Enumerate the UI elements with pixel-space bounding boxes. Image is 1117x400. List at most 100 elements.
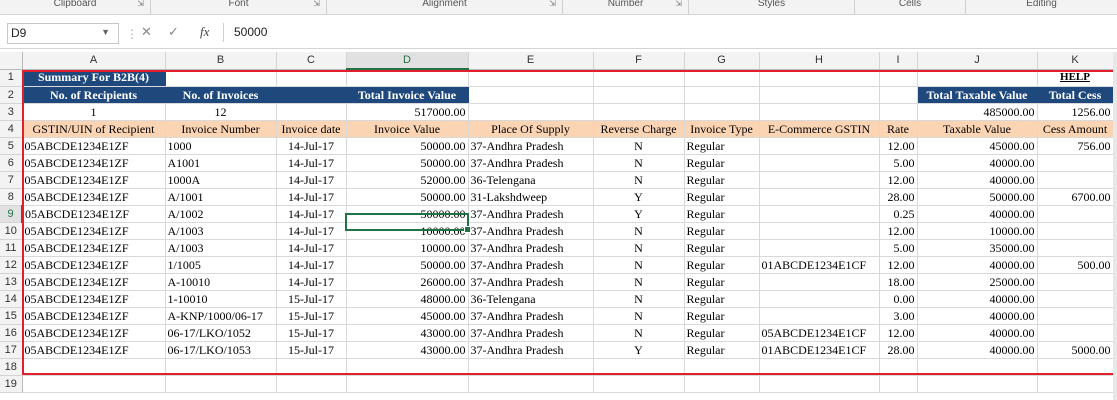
dialog-launcher-icon[interactable]: ⇲: [137, 0, 144, 8]
taxable-value-cell[interactable]: 10000.00: [917, 222, 1038, 240]
invoice-value-cell[interactable]: 50000.00: [346, 154, 469, 172]
place-of-supply-cell[interactable]: 37-Andhra Pradesh: [468, 137, 594, 155]
cell[interactable]: [22, 375, 166, 393]
place-of-supply-cell[interactable]: 36-Telengana: [468, 171, 594, 189]
rate-cell[interactable]: 5.00: [879, 239, 918, 257]
gstin-cell[interactable]: 05ABCDE1234E1ZF: [22, 324, 166, 342]
cell[interactable]: [276, 86, 347, 104]
cell[interactable]: [276, 358, 347, 376]
rate-cell[interactable]: 0.25: [879, 205, 918, 223]
gstin-cell[interactable]: 05ABCDE1234E1ZF: [22, 188, 166, 206]
total-invoice-value[interactable]: 517000.00: [346, 103, 469, 121]
invoice-date-cell[interactable]: 14-Jul-17: [276, 222, 347, 240]
ecommerce-gstin-cell[interactable]: [759, 307, 880, 325]
invoice-number-cell[interactable]: A-10010: [165, 273, 277, 291]
row-header[interactable]: 10: [0, 222, 23, 240]
cell[interactable]: [684, 375, 760, 393]
column-header-c[interactable]: C: [276, 52, 347, 70]
gstin-cell[interactable]: 05ABCDE1234E1ZF: [22, 290, 166, 308]
place-of-supply-cell[interactable]: 37-Andhra Pradesh: [468, 341, 594, 359]
invoice-date-cell[interactable]: 14-Jul-17: [276, 171, 347, 189]
rate-cell[interactable]: 5.00: [879, 154, 918, 172]
cell[interactable]: [917, 69, 1038, 87]
cell[interactable]: [684, 69, 760, 87]
cell[interactable]: [165, 375, 277, 393]
place-of-supply-cell[interactable]: 37-Andhra Pradesh: [468, 307, 594, 325]
ecommerce-gstin-cell[interactable]: 05ABCDE1234E1CF: [759, 324, 880, 342]
cell[interactable]: [759, 69, 880, 87]
column-header-g[interactable]: G: [684, 52, 760, 70]
invoice-value-cell[interactable]: 10000.00: [346, 239, 469, 257]
rate-cell[interactable]: 3.00: [879, 307, 918, 325]
reverse-charge-cell[interactable]: Y: [593, 205, 685, 223]
cell[interactable]: [468, 358, 594, 376]
invoice-type-cell[interactable]: Regular: [684, 171, 760, 189]
place-of-supply-cell[interactable]: 37-Andhra Pradesh: [468, 324, 594, 342]
cell[interactable]: [759, 103, 880, 121]
invoice-value-cell[interactable]: 50000.00: [346, 188, 469, 206]
rate-cell[interactable]: 12.00: [879, 324, 918, 342]
dialog-launcher-icon[interactable]: ⇲: [675, 0, 682, 8]
row-header[interactable]: 11: [0, 239, 23, 257]
ecommerce-gstin-cell[interactable]: [759, 239, 880, 257]
row-header[interactable]: 12: [0, 256, 23, 274]
invoice-date-cell[interactable]: 14-Jul-17: [276, 154, 347, 172]
invoice-number-cell[interactable]: A/1001: [165, 188, 277, 206]
cell[interactable]: [468, 69, 594, 87]
header-cess-amount[interactable]: Cess Amount: [1037, 120, 1114, 138]
invoice-number-cell[interactable]: A/1003: [165, 222, 277, 240]
invoice-date-cell[interactable]: 14-Jul-17: [276, 239, 347, 257]
header-place-of-supply[interactable]: Place Of Supply: [468, 120, 594, 138]
total-taxable-value[interactable]: 485000.00: [917, 103, 1038, 121]
rate-cell[interactable]: 12.00: [879, 256, 918, 274]
cell[interactable]: [879, 375, 918, 393]
taxable-value-cell[interactable]: 40000.00: [917, 307, 1038, 325]
select-all-corner[interactable]: [0, 52, 23, 70]
reverse-charge-cell[interactable]: N: [593, 222, 685, 240]
invoices-value[interactable]: 12: [165, 103, 277, 121]
reverse-charge-cell[interactable]: N: [593, 171, 685, 189]
row-header[interactable]: 14: [0, 290, 23, 308]
row-header[interactable]: 17: [0, 341, 23, 359]
taxable-value-cell[interactable]: 40000.00: [917, 290, 1038, 308]
ecommerce-gstin-cell[interactable]: [759, 273, 880, 291]
cell[interactable]: [276, 375, 347, 393]
place-of-supply-cell[interactable]: 37-Andhra Pradesh: [468, 239, 594, 257]
header-invoice-type[interactable]: Invoice Type: [684, 120, 760, 138]
invoice-number-cell[interactable]: 06-17/LKO/1052: [165, 324, 277, 342]
cell[interactable]: [468, 86, 594, 104]
cell[interactable]: [917, 358, 1038, 376]
reverse-charge-cell[interactable]: N: [593, 256, 685, 274]
rate-cell[interactable]: 12.00: [879, 222, 918, 240]
summary-title[interactable]: Summary For B2B(4): [22, 69, 166, 87]
cell[interactable]: [593, 375, 685, 393]
column-header-b[interactable]: B: [165, 52, 277, 70]
header-invoice-value[interactable]: Invoice Value: [346, 120, 469, 138]
gstin-cell[interactable]: 05ABCDE1234E1ZF: [22, 256, 166, 274]
row-header[interactable]: 8: [0, 188, 23, 206]
invoice-date-cell[interactable]: 15-Jul-17: [276, 324, 347, 342]
invoice-type-cell[interactable]: Regular: [684, 256, 760, 274]
cell[interactable]: [346, 358, 469, 376]
invoice-number-cell[interactable]: 1000: [165, 137, 277, 155]
rate-cell[interactable]: 0.00: [879, 290, 918, 308]
header-taxable-value[interactable]: Taxable Value: [917, 120, 1038, 138]
column-header-e[interactable]: E: [468, 52, 594, 70]
reverse-charge-cell[interactable]: N: [593, 307, 685, 325]
gstin-cell[interactable]: 05ABCDE1234E1ZF: [22, 341, 166, 359]
invoice-type-cell[interactable]: Regular: [684, 341, 760, 359]
place-of-supply-cell[interactable]: 31-Lakshdweep: [468, 188, 594, 206]
cess-amount-cell[interactable]: [1037, 239, 1114, 257]
gstin-cell[interactable]: 05ABCDE1234E1ZF: [22, 273, 166, 291]
ecommerce-gstin-cell[interactable]: [759, 171, 880, 189]
row-header[interactable]: 3: [0, 103, 23, 121]
help-link[interactable]: HELP: [1037, 69, 1114, 87]
row-header[interactable]: 2: [0, 86, 23, 104]
row-header[interactable]: 13: [0, 273, 23, 291]
reverse-charge-cell[interactable]: Y: [593, 341, 685, 359]
column-header-a[interactable]: A: [22, 52, 166, 70]
cess-amount-cell[interactable]: [1037, 307, 1114, 325]
invoice-type-cell[interactable]: Regular: [684, 188, 760, 206]
invoice-number-cell[interactable]: 1-10010: [165, 290, 277, 308]
column-header-j[interactable]: J: [917, 52, 1038, 70]
